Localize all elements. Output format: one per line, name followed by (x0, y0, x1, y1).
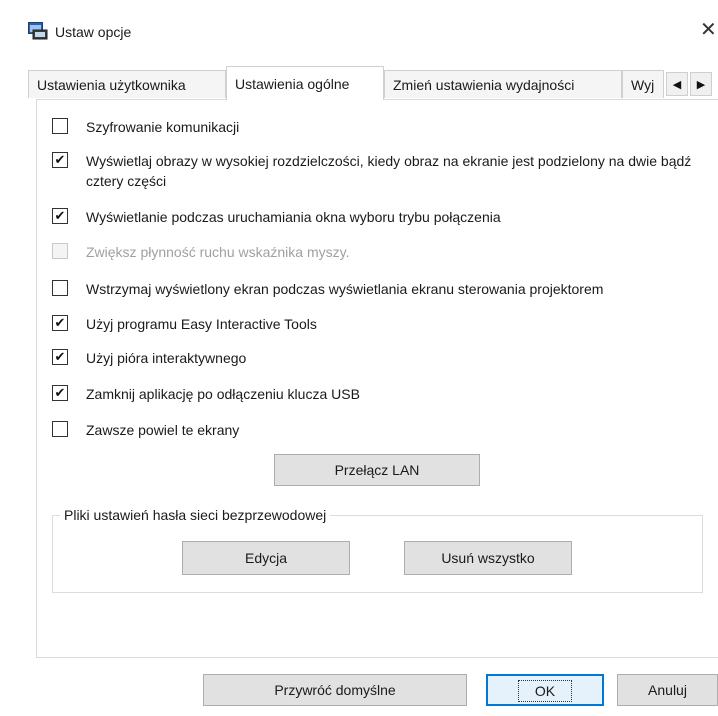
option-label: Wyświetlaj obrazy w wysokiej rozdzielczo… (86, 153, 692, 189)
ok-button-label: OK (517, 680, 573, 702)
edit-button[interactable]: Edycja (182, 541, 350, 575)
group-legend: Pliki ustawień hasła sieci bezprzewodowe… (60, 507, 331, 523)
tab-scroll-left-icon[interactable]: ◀ (666, 72, 688, 96)
close-icon[interactable]: ✕ (700, 18, 718, 42)
tab-strip: Ustawienia użytkownika Ustawienia ogólne… (28, 66, 718, 100)
wireless-settings-group (52, 515, 703, 593)
checkbox[interactable] (52, 421, 68, 437)
option-label: Wyświetlanie podczas uruchamiania okna w… (86, 209, 501, 225)
checkbox[interactable]: ✔ (52, 315, 68, 331)
ok-button[interactable]: OK (486, 674, 604, 706)
tab-truncated[interactable]: Wyj (622, 70, 664, 98)
checkbox[interactable]: ✔ (52, 152, 68, 168)
switch-lan-button[interactable]: Przełącz LAN (274, 454, 480, 486)
option-label: Zawsze powiel te ekrany (86, 422, 240, 438)
tab-general-settings[interactable]: Ustawienia ogólne (226, 66, 384, 100)
app-window-icon (28, 22, 48, 40)
checkbox[interactable]: ✔ (52, 208, 68, 224)
title-bar: Ustaw opcje ✕ (0, 0, 718, 62)
checkbox[interactable]: ✔ (52, 385, 68, 401)
checkbox (52, 243, 68, 259)
option-label: Zwiększ płynność ruchu wskaźnika myszy. (86, 244, 350, 260)
cancel-button[interactable]: Anuluj (617, 674, 718, 706)
option-label: Szyfrowanie komunikacji (86, 119, 240, 135)
option-label: Użyj pióra interaktywnego (86, 350, 247, 366)
checkbox[interactable] (52, 118, 68, 134)
option-label: Zamknij aplikację po odłączeniu klucza U… (86, 386, 360, 402)
restore-defaults-button[interactable]: Przywróć domyślne (203, 674, 467, 706)
tab-user-settings[interactable]: Ustawienia użytkownika (28, 70, 226, 98)
checkbox[interactable] (52, 280, 68, 296)
option-label: Wstrzymaj wyświetlony ekran podczas wyśw… (86, 281, 604, 297)
delete-all-button[interactable]: Usuń wszystko (404, 541, 572, 575)
window-title: Ustaw opcje (55, 24, 132, 40)
checkbox[interactable]: ✔ (52, 349, 68, 365)
tab-scroll-right-icon[interactable]: ▶ (690, 72, 712, 96)
option-label: Użyj programu Easy Interactive Tools (86, 316, 317, 332)
tab-performance-settings[interactable]: Zmień ustawienia wydajności (384, 70, 622, 98)
